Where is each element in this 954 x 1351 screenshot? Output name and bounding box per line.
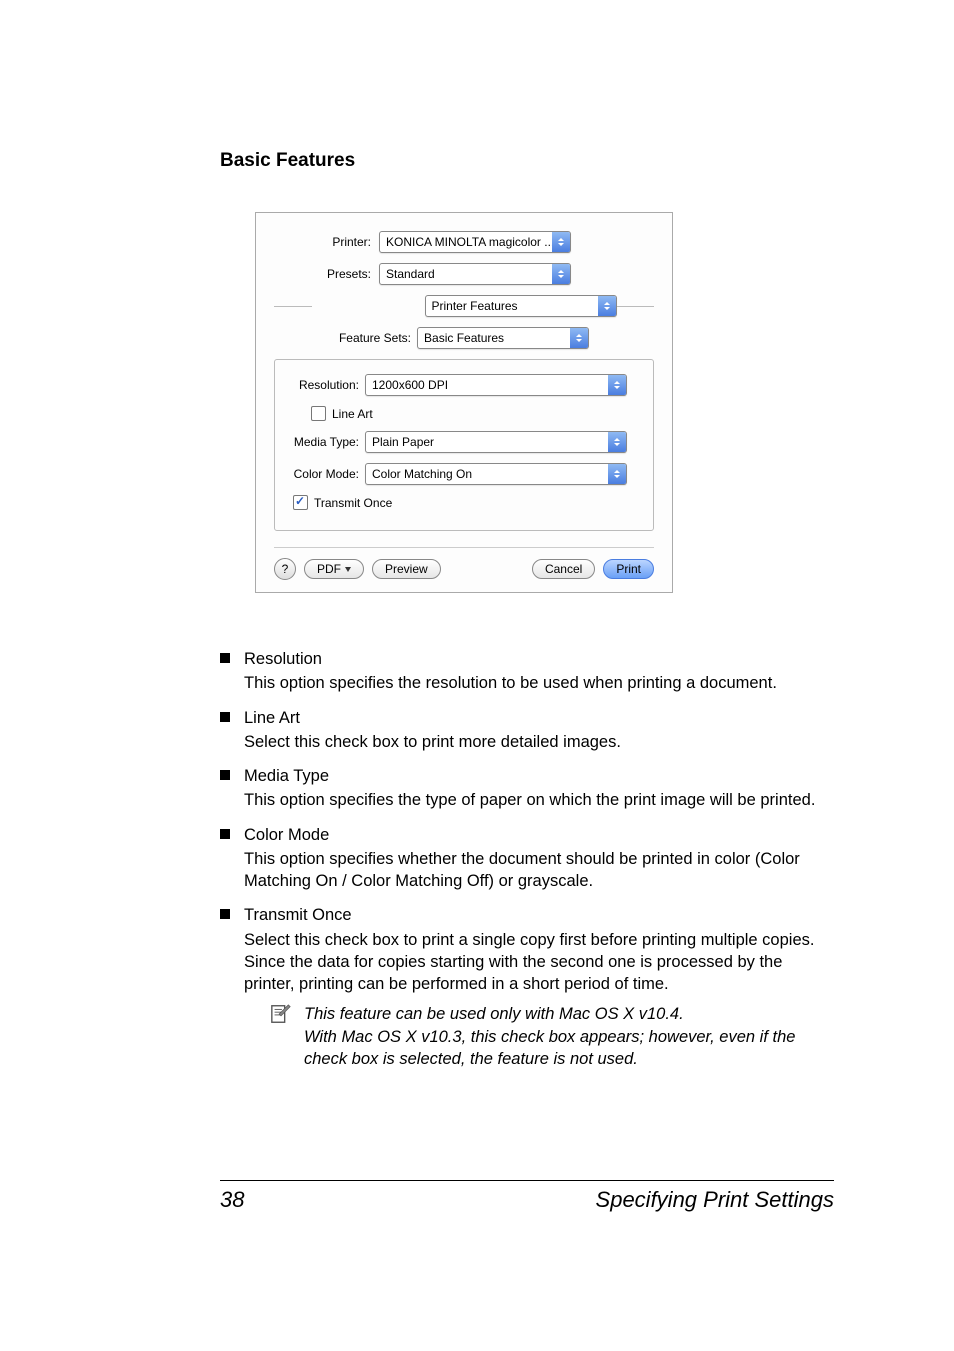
list-item: Media Type This option specifies the typ…: [220, 765, 834, 812]
color-mode-value: Color Matching On: [366, 467, 608, 481]
note-text: This feature can be used only with Mac O…: [304, 1003, 834, 1070]
resolution-select[interactable]: 1200x600 DPI: [365, 374, 627, 396]
preview-label: Preview: [385, 562, 428, 576]
chevron-updown-icon: [552, 232, 570, 252]
media-type-select[interactable]: Plain Paper: [365, 431, 627, 453]
item-title: Transmit Once: [244, 904, 834, 926]
item-desc: This option specifies the resolution to …: [244, 672, 777, 694]
printer-select[interactable]: KONICA MINOLTA magicolor ...: [379, 231, 571, 253]
media-type-value: Plain Paper: [366, 435, 608, 449]
square-bullet-icon: [220, 829, 230, 839]
chevron-updown-icon: [608, 464, 626, 484]
chevron-updown-icon: [608, 375, 626, 395]
section-title: Basic Features: [220, 150, 834, 172]
pane-select-value: Printer Features: [426, 299, 598, 313]
item-desc: This option specifies whether the docume…: [244, 848, 834, 893]
transmit-once-checkbox[interactable]: ✓: [293, 495, 308, 510]
feature-sets-value: Basic Features: [418, 331, 570, 345]
feature-sets-label: Feature Sets:: [339, 331, 417, 345]
resolution-label: Resolution:: [289, 378, 365, 392]
chevron-updown-icon: [608, 432, 626, 452]
note-icon: [268, 1003, 294, 1070]
item-title: Media Type: [244, 765, 815, 787]
cancel-label: Cancel: [545, 562, 582, 576]
help-button[interactable]: ?: [274, 558, 296, 580]
pdf-label: PDF: [317, 562, 341, 576]
list-item: Transmit Once Select this check box to p…: [220, 904, 834, 1070]
item-desc: Select this check box to print more deta…: [244, 731, 621, 753]
item-title: Line Art: [244, 707, 621, 729]
square-bullet-icon: [220, 653, 230, 663]
item-title: Color Mode: [244, 824, 834, 846]
line-art-checkbox[interactable]: [311, 406, 326, 421]
list-item: Color Mode This option specifies whether…: [220, 824, 834, 893]
square-bullet-icon: [220, 770, 230, 780]
footer-title: Specifying Print Settings: [596, 1187, 834, 1213]
presets-select[interactable]: Standard: [379, 263, 571, 285]
list-item: Line Art Select this check box to print …: [220, 707, 834, 754]
printer-label: Printer:: [274, 235, 379, 249]
line-art-label: Line Art: [332, 407, 373, 421]
print-label: Print: [616, 562, 641, 576]
chevron-updown-icon: [552, 264, 570, 284]
square-bullet-icon: [220, 909, 230, 919]
chevron-updown-icon: [598, 296, 616, 316]
printer-select-value: KONICA MINOLTA magicolor ...: [380, 235, 552, 249]
presets-label: Presets:: [274, 267, 379, 281]
media-type-label: Media Type:: [289, 435, 365, 449]
resolution-value: 1200x600 DPI: [366, 378, 608, 392]
chevron-updown-icon: [570, 328, 588, 348]
page-number: 38: [220, 1187, 244, 1213]
square-bullet-icon: [220, 712, 230, 722]
help-label: ?: [282, 562, 289, 576]
color-mode-label: Color Mode:: [289, 467, 365, 481]
basic-features-group: Resolution: 1200x600 DPI Line Art Media …: [274, 359, 654, 531]
cancel-button[interactable]: Cancel: [532, 559, 595, 579]
preview-button[interactable]: Preview: [372, 559, 441, 579]
transmit-once-label: Transmit Once: [314, 496, 392, 510]
presets-select-value: Standard: [380, 267, 552, 281]
pane-select[interactable]: Printer Features: [425, 295, 617, 317]
item-desc: Select this check box to print a single …: [244, 929, 834, 996]
chevron-down-icon: [345, 567, 351, 572]
pdf-button[interactable]: PDF: [304, 559, 364, 579]
item-desc: This option specifies the type of paper …: [244, 789, 815, 811]
item-title: Resolution: [244, 648, 777, 670]
feature-sets-select[interactable]: Basic Features: [417, 327, 589, 349]
print-dialog: Printer: KONICA MINOLTA magicolor ... Pr…: [255, 212, 673, 593]
color-mode-select[interactable]: Color Matching On: [365, 463, 627, 485]
feature-list: Resolution This option specifies the res…: [220, 648, 834, 1070]
print-button[interactable]: Print: [603, 559, 654, 579]
list-item: Resolution This option specifies the res…: [220, 648, 834, 695]
